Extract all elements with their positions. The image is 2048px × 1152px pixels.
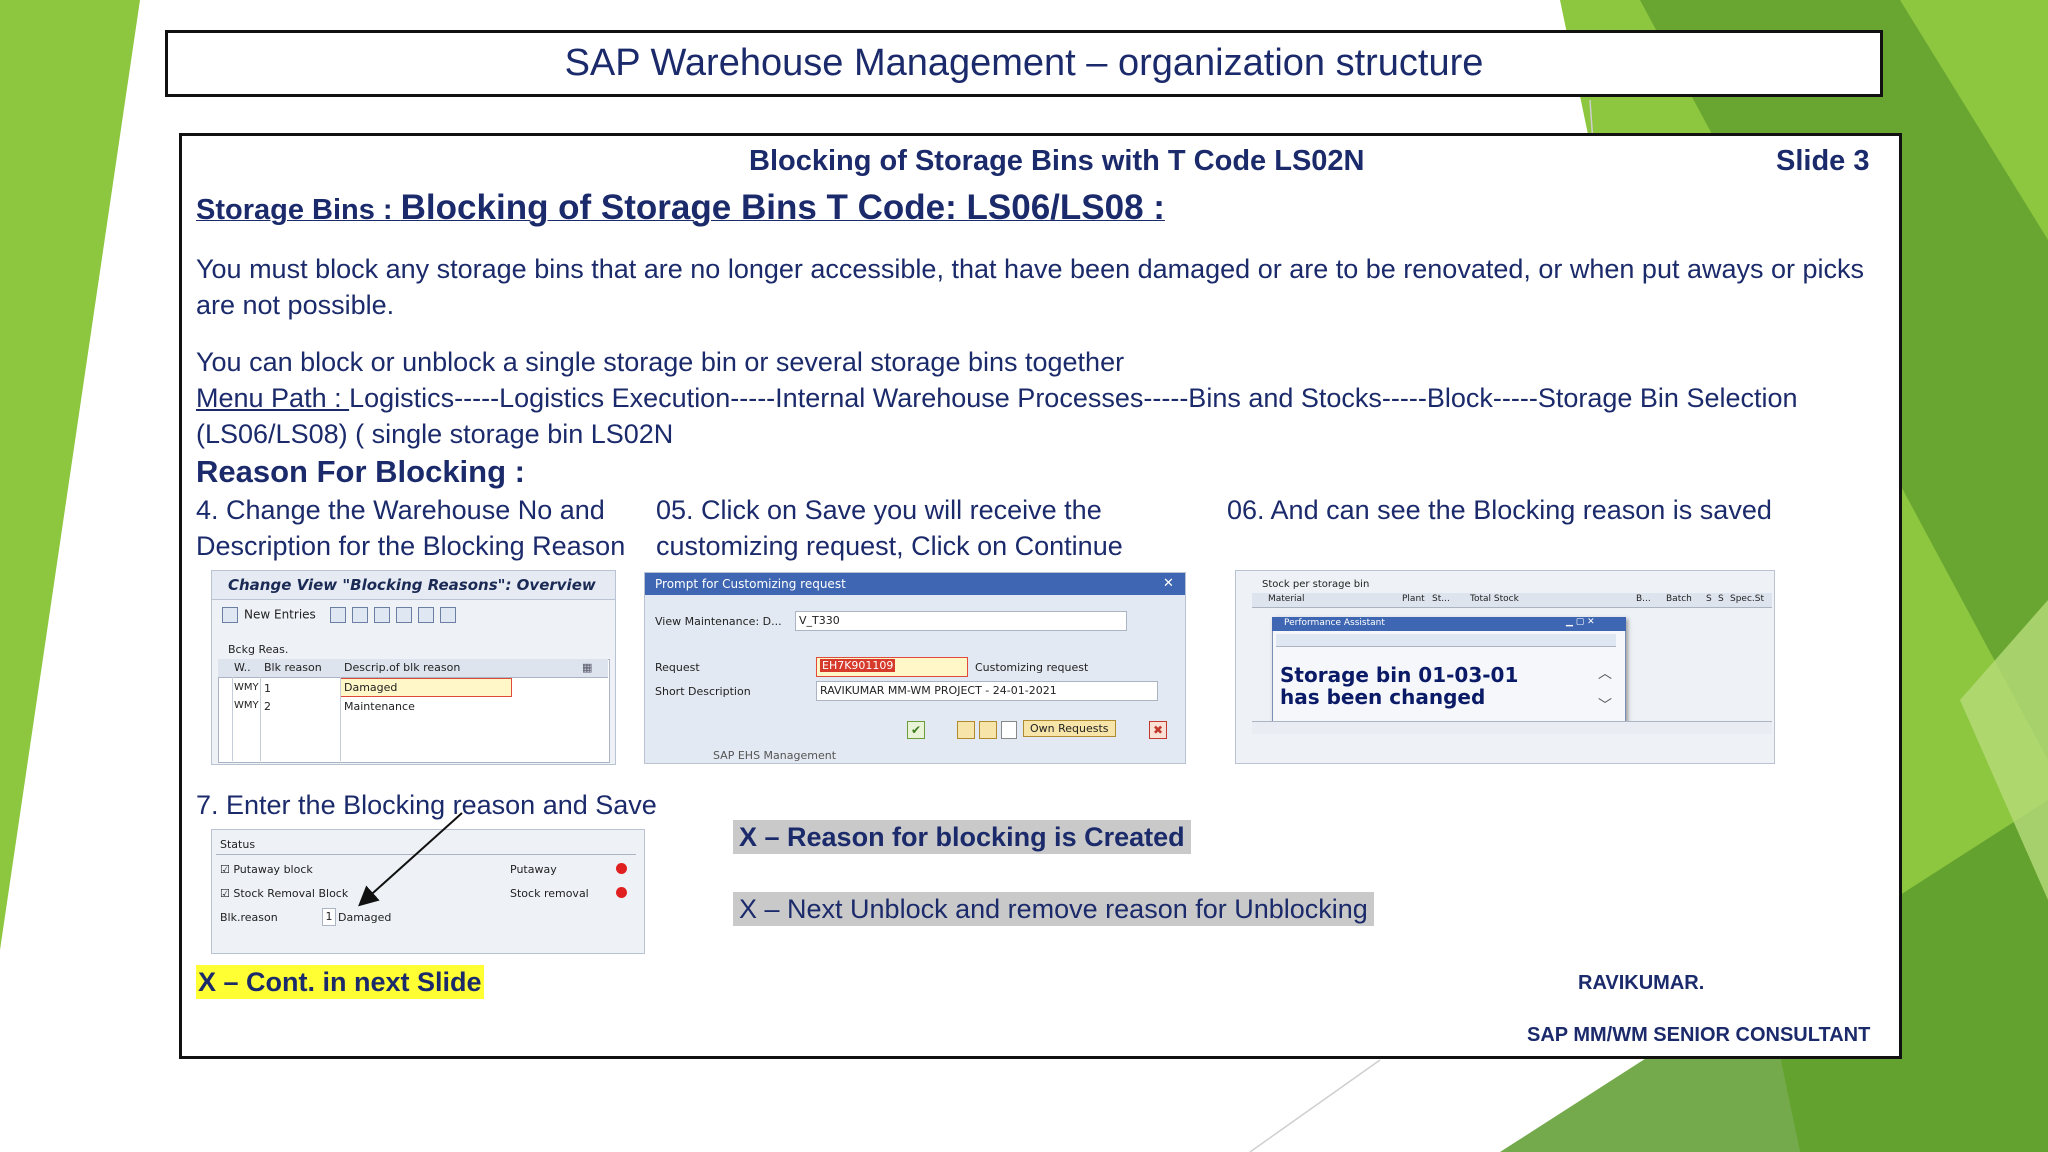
shot3-col-1: Material <box>1268 594 1305 604</box>
shot1-toolbar: New Entries <box>222 607 462 623</box>
shot3-footer-bar <box>1252 721 1772 734</box>
shot4-putaway: Putaway <box>510 863 557 876</box>
note-next: X – Next Unblock and remove reason for U… <box>733 892 1374 926</box>
close-icon: ✕ <box>1163 576 1174 591</box>
arrow-pointer-icon <box>358 812 463 907</box>
slide-subtitle: Blocking of Storage Bins with T Code LS0… <box>749 145 1365 177</box>
shot3-col-2: Plant <box>1402 594 1425 604</box>
shot1-row1-reason: 1 <box>264 682 271 695</box>
shot2-view-value: V_T330 <box>799 614 840 627</box>
shot3-col-4: Total Stock <box>1470 594 1519 604</box>
window-controls-icon: ▁ ▢ ✕ <box>1566 617 1595 627</box>
shot2-view-label: View Maintenance: D... <box>655 615 782 628</box>
info-icon <box>439 607 456 623</box>
shot1-row2-w: WMY <box>234 700 259 711</box>
step-5: 05. Click on Save you will receive the c… <box>656 495 1123 561</box>
removal-status-icon <box>616 887 627 898</box>
tool-icon <box>957 721 975 739</box>
paragraph-2: You can block or unblock a single storag… <box>196 347 1125 377</box>
shot3-col-8: S <box>1718 594 1724 604</box>
popup-toolbar <box>1276 634 1616 647</box>
new-entries-icon <box>222 607 238 623</box>
menu-path-text: Logistics-----Logistics Execution-----In… <box>196 383 1798 449</box>
paragraph-1: You must block any storage bins that are… <box>196 254 1865 320</box>
shot2-request-value: EH7K901109 <box>820 659 896 672</box>
continue-icon: ✔ <box>907 721 925 739</box>
step-6: 06. And can see the Blocking reason is s… <box>1227 495 1772 525</box>
shot2-short-value: RAVIKUMAR MM-WM PROJECT - 24-01-2021 <box>820 684 1057 697</box>
slide-number: Slide 3 <box>1776 145 1870 177</box>
shot1-col-desc: Descrip.of blk reason <box>344 661 461 674</box>
note-created: X – Reason for blocking is Created <box>733 820 1191 854</box>
shot4-blk-reason-label: Blk.reason <box>220 911 278 924</box>
screenshot-blocking-reasons: Change View "Blocking Reasons": Overview… <box>211 570 616 765</box>
shot2-title: Prompt for Customizing request <box>655 577 846 591</box>
shot1-col-w: W.. <box>234 661 251 674</box>
shot4-blk-reason-value: 1 <box>322 908 336 926</box>
shot4-stock-removal-block: Stock Removal Block <box>233 887 349 900</box>
shot1-group: Bckg Reas. <box>228 643 289 656</box>
shot1-row2-reason: 2 <box>264 700 271 713</box>
scroll-down-icon: ﹀ <box>1598 698 1612 714</box>
save-icon <box>979 721 997 739</box>
putaway-status-icon <box>616 863 627 874</box>
shot4-putaway-block: Putaway block <box>233 863 313 876</box>
shot3-col-3: St... <box>1432 594 1450 604</box>
shot1-row2-desc: Maintenance <box>344 700 415 713</box>
shot3-message-line1: Storage bin 01-03-01 <box>1280 663 1519 687</box>
shot1-col-reason: Blk reason <box>264 661 322 674</box>
section-title: Blocking of Storage Bins T Code: LS06/LS… <box>400 188 1165 227</box>
new-entries-label: New Entries <box>244 607 316 622</box>
cancel-icon: ✖ <box>1149 721 1167 739</box>
menu-path-label: Menu Path : <box>196 383 350 413</box>
screenshot-bin-changed: Stock per storage bin Material Plant St.… <box>1235 570 1775 764</box>
copy-icon <box>329 607 346 623</box>
note-created-text: X – Reason for blocking is Created <box>733 820 1191 854</box>
shot3-col-9: Spec.St <box>1730 594 1765 604</box>
shot2-customizing: Customizing request <box>975 661 1089 674</box>
shot4-status: Status <box>220 838 256 851</box>
slide-title: SAP Warehouse Management – organization … <box>564 42 1484 84</box>
table-settings-icon: ▦ <box>582 661 593 674</box>
note-next-text: X – Next Unblock and remove reason for U… <box>733 892 1374 926</box>
shot3-col-7: S <box>1706 594 1712 604</box>
shot2-bottom-text: SAP EHS Management <box>713 749 837 762</box>
shot3-col-5: B... <box>1636 594 1651 604</box>
shot1-title: Change View "Blocking Reasons": Overview <box>228 576 596 594</box>
shot3-top-label: Stock per storage bin <box>1262 579 1370 590</box>
author-role: SAP MM/WM SENIOR CONSULTANT <box>1527 1024 1871 1046</box>
reason-heading: Reason For Blocking : <box>196 454 525 489</box>
shot3-message-line2: has been changed <box>1280 685 1486 709</box>
shot2-own-requests: Own Requests <box>1023 720 1116 737</box>
shot2-short-label: Short Description <box>655 685 751 698</box>
shot3-popup-title: Performance Assistant <box>1284 618 1385 628</box>
scroll-up-icon: ︿ <box>1598 666 1612 682</box>
putaway-block-checkbox: ☑ Putaway block <box>220 863 313 876</box>
shot4-stock-removal: Stock removal <box>510 887 589 900</box>
stock-removal-block-checkbox: ☑ Stock Removal Block <box>220 887 349 900</box>
screenshot-customizing-request: Prompt for Customizing request ✕ View Ma… <box>644 572 1186 764</box>
shot1-row1-w: WMY <box>234 682 259 693</box>
section-prefix: Storage Bins : <box>196 194 401 226</box>
delete-icon <box>351 607 368 623</box>
section-heading: Storage Bins : Blocking of Storage Bins … <box>196 188 1165 228</box>
shot1-row1-desc: Damaged <box>344 681 398 694</box>
doc-icon <box>1001 721 1017 739</box>
deselect-icon <box>417 607 434 623</box>
step-4: 4. Change the Warehouse No and Descripti… <box>196 495 626 561</box>
select-all-icon <box>395 607 412 623</box>
menu-path: Menu Path : Logistics-----Logistics Exec… <box>196 380 1846 452</box>
title-box: SAP Warehouse Management – organization … <box>165 30 1883 97</box>
note-continue: X – Cont. in next Slide <box>196 965 484 999</box>
note-continue-text: X – Cont. in next Slide <box>196 965 484 999</box>
shot3-col-6: Batch <box>1666 594 1692 604</box>
shot2-request-label: Request <box>655 661 700 674</box>
undo-icon <box>373 607 390 623</box>
author-name: RAVIKUMAR. <box>1578 972 1705 994</box>
